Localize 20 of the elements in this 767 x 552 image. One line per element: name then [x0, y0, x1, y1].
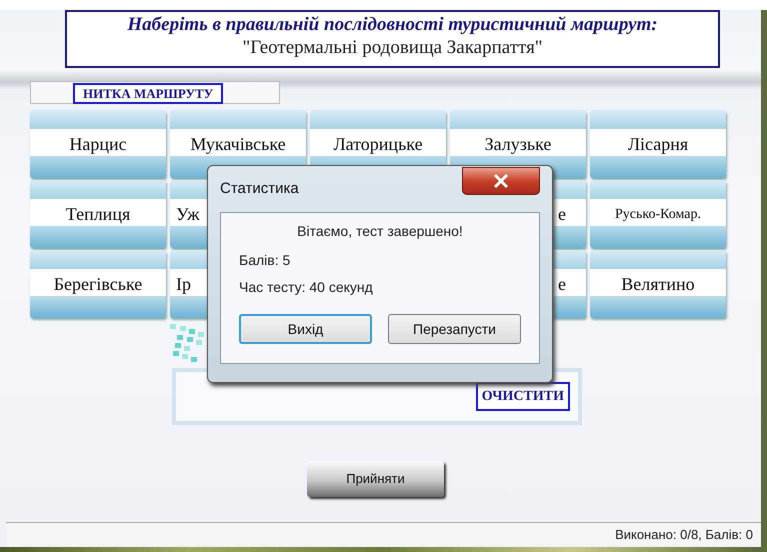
place-tile[interactable]: Лісарня [590, 110, 726, 178]
status-text: Виконано: 0/8, Балів: 0 [615, 526, 753, 544]
stat-text: Час тесту: 40 секунд [239, 279, 373, 295]
place-tile[interactable]: Русько-Комар. [590, 180, 726, 248]
topic-text: "Геотермальні родовища Закарпаття" [242, 36, 543, 60]
place-tile[interactable]: Нарцис [30, 110, 166, 178]
clear-button[interactable]: ОЧИСТИТИ [476, 382, 570, 411]
dialog-button[interactable]: Перезапусти [388, 314, 521, 344]
close-icon [493, 174, 509, 188]
stat-text: Балів: 5 [239, 252, 290, 268]
instruction-text: Наберіть в правильній послідовності туристичний маршрут: [127, 14, 658, 37]
route-label: НИТКА МАРШРУТУ [73, 83, 224, 104]
dialog-title: Статистика [220, 178, 299, 199]
place-tile[interactable]: Велятино [590, 250, 726, 318]
dialog-button[interactable]: Вихід [239, 314, 372, 344]
place-tile[interactable]: Берегівське [30, 250, 166, 318]
close-button[interactable] [462, 167, 540, 195]
accept-button[interactable]: Прийняти [307, 461, 444, 497]
result-message: Вітаємо, тест завершено! [297, 223, 463, 239]
place-tile[interactable]: Теплиця [30, 180, 166, 248]
